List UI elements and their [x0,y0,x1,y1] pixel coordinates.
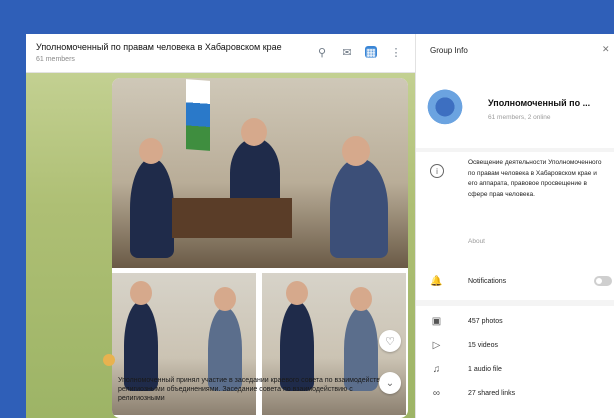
media-label: 15 videos [468,342,498,349]
app-window: Уполномоченный по правам человека в Хаба… [26,34,614,418]
post-caption: Уполномоченный принял участие в заседани… [118,377,395,402]
person-head [130,281,152,305]
sidebar-toggle-icon[interactable]: ▦ [365,46,377,59]
more-menu-icon[interactable]: ⋮ [388,44,404,60]
media-row-links[interactable]: ∞ 27 shared links [416,382,614,406]
panel-header: Group Info ✕ [416,34,614,72]
group-info-panel: Group Info ✕ Уполномоченный по ... 61 me… [415,34,614,418]
heart-icon[interactable]: ♡ [379,330,401,352]
media-row-videos[interactable]: ▷ 15 videos [416,334,614,358]
post-photo-main[interactable] [112,78,408,268]
photo-icon: ▣ [431,316,442,327]
media-label: 457 photos [468,318,503,325]
media-label: 27 shared links [468,390,516,397]
person-figure [330,158,388,258]
comments-icon[interactable]: ✉ [339,44,355,60]
person-head [350,287,372,311]
notifications-toggle[interactable] [594,276,612,286]
shared-media-section: ▣ 457 photos ▷ 15 videos ♫ 1 audio file … [416,306,614,418]
chat-area: Уполномоченный по правам человека в Хаба… [26,34,415,418]
media-row-audio[interactable]: ♫ 1 audio file [416,358,614,382]
person-head [241,118,267,146]
person-head [139,138,163,164]
person-head [342,136,370,166]
chevron-down-icon[interactable]: ⌄ [379,372,401,394]
close-icon[interactable]: ✕ [602,44,610,55]
group-name: Уполномоченный по ... [488,98,591,108]
search-icon[interactable]: ⚲ [314,44,330,60]
notifications-label[interactable]: Notifications [468,278,506,285]
channel-post: Уполномоченный принял участие в заседани… [112,78,408,418]
about-label: About [468,238,485,245]
group-avatar[interactable] [424,88,466,130]
chat-header[interactable]: Уполномоченный по правам человека в Хаба… [26,34,415,73]
media-label: 1 audio file [468,366,502,373]
flag-image [186,79,210,151]
channel-avatar[interactable] [103,354,115,366]
panel-title: Group Info [430,46,468,55]
media-row-photos[interactable]: ▣ 457 photos [416,310,614,334]
about-section: i Освещение деятельности Уполномоченного… [416,152,614,300]
about-text: Освещение деятельности Уполномоченного п… [468,159,602,198]
person-head [214,287,236,311]
audio-icon: ♫ [432,364,441,375]
video-icon: ▷ [432,340,441,351]
chat-title: Уполномоченный по правам человека в Хаба… [36,42,282,52]
desk-image [172,198,292,238]
group-members: 61 members, 2 online [488,114,551,121]
person-figure [130,158,174,258]
info-icon: i [430,164,444,178]
person-head [286,281,308,305]
group-summary: Уполномоченный по ... 61 members, 2 onli… [416,72,614,148]
chat-member-count: 61 members [36,56,75,63]
link-icon: ∞ [432,388,441,399]
bell-icon: 🔔 [430,276,443,287]
